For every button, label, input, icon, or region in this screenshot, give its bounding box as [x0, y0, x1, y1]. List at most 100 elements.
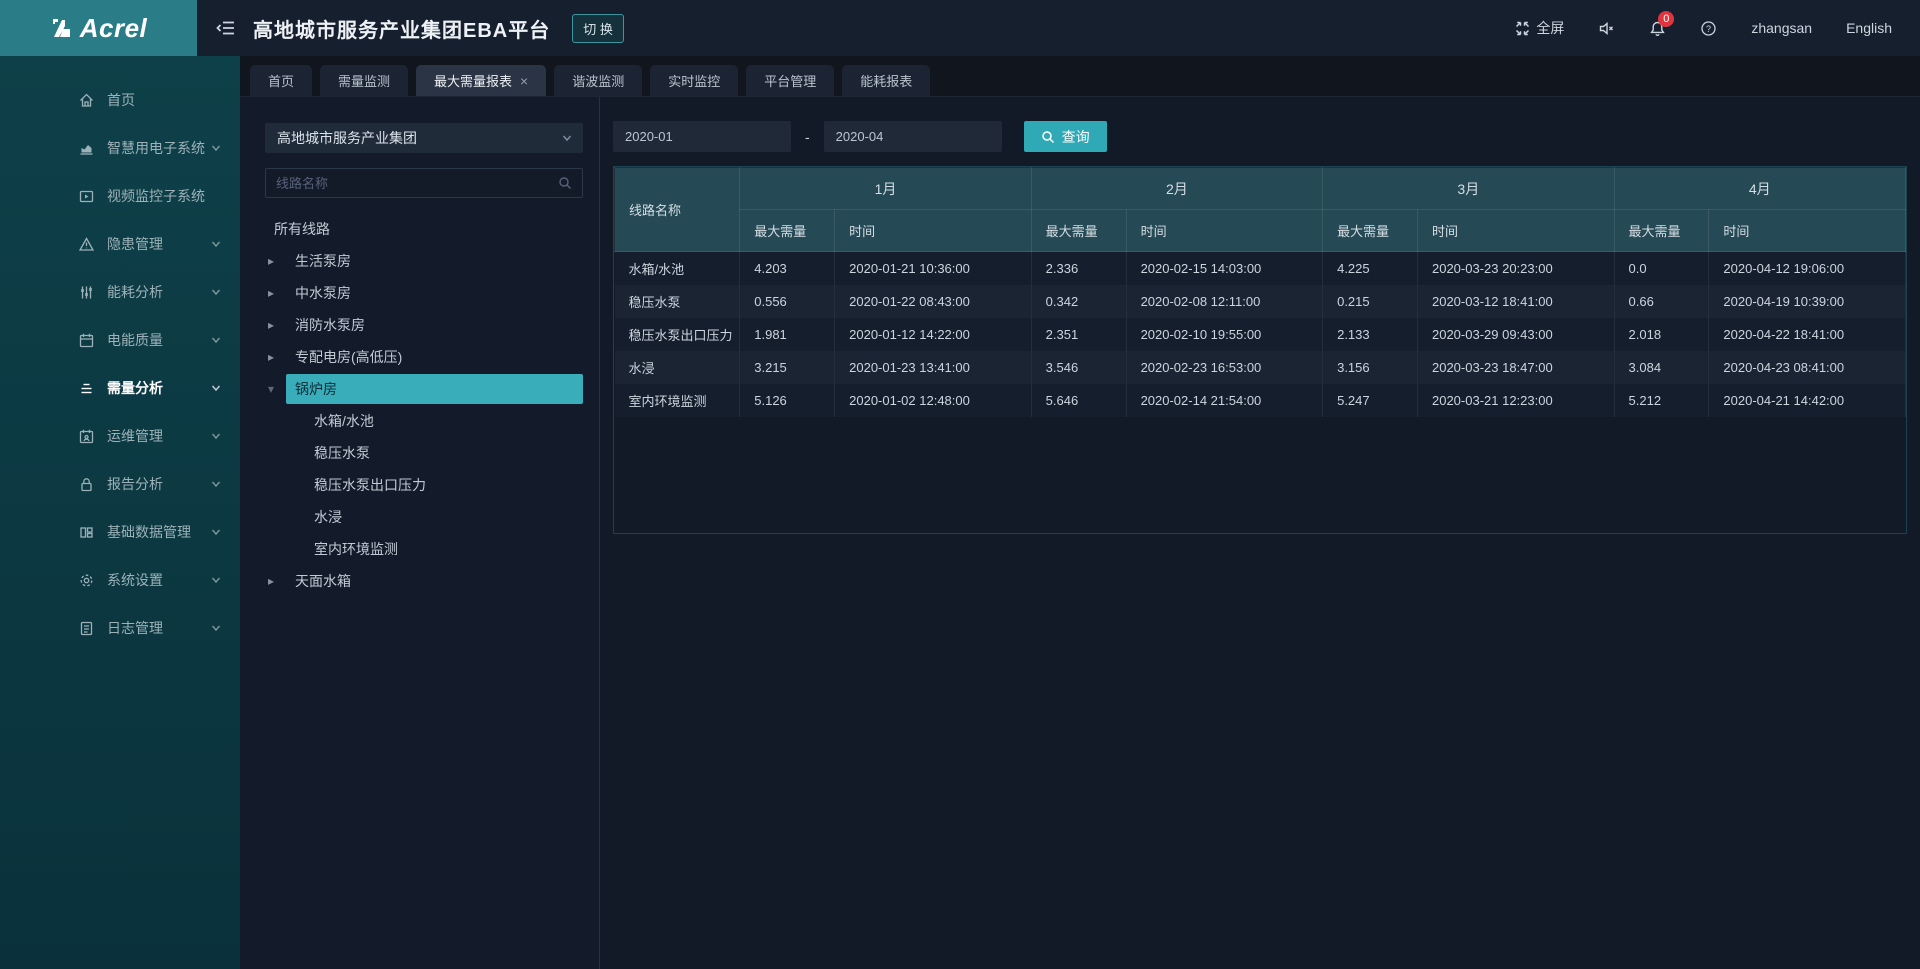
tree-leaf[interactable]: 水箱/水池 [265, 405, 583, 437]
end-month-value [836, 129, 1012, 144]
sidebar-item-smart-power[interactable]: 智慧用电子系统 [0, 124, 240, 172]
caret-down-icon[interactable]: ▾ [268, 382, 286, 396]
language-switch[interactable]: English [1846, 20, 1892, 36]
sub-header: 时间 [835, 210, 1032, 252]
value-cell: 2.336 [1031, 252, 1126, 285]
sliders-icon [78, 284, 95, 301]
chevron-down-icon [210, 238, 222, 250]
chevron-down-icon [561, 132, 573, 144]
app-root: Acrel 高地城市服务产业集团EBA平台 切 换 全屏 [0, 0, 1920, 969]
tree-node[interactable]: ▸生活泵房 [265, 245, 583, 277]
username[interactable]: zhangsan [1751, 20, 1812, 36]
value-cell: 2020-02-15 14:03:00 [1126, 252, 1323, 285]
line-search-input[interactable] [276, 176, 558, 191]
tree-node-label: 生活泵房 [286, 246, 583, 276]
tree-leaf[interactable]: 稳压水泵出口压力 [265, 469, 583, 501]
value-cell: 2020-01-12 14:22:00 [835, 318, 1032, 351]
tree-node[interactable]: ▸中水泵房 [265, 277, 583, 309]
warning-icon [78, 236, 95, 253]
value-cell: 2020-03-12 18:41:00 [1417, 285, 1614, 318]
query-button[interactable]: 查询 [1024, 121, 1107, 152]
tab-3[interactable]: 谐波监测 [554, 65, 642, 96]
collapse-sidebar-icon[interactable] [215, 17, 237, 39]
tab-5[interactable]: 平台管理 [746, 65, 834, 96]
fullscreen-button[interactable]: 全屏 [1514, 18, 1564, 38]
sidebar: 首页智慧用电子系统视频监控子系统隐患管理能耗分析电能质量需量分析运维管理报告分析… [0, 56, 240, 969]
tree-node-label: 中水泵房 [286, 278, 583, 308]
sidebar-item-video-monitor[interactable]: 视频监控子系统 [0, 172, 240, 220]
tree-leaf-label: 稳压水泵 [305, 438, 583, 468]
table-row: 水箱/水池4.2032020-01-21 10:36:002.3362020-0… [615, 252, 1906, 285]
help-icon: ? [1700, 20, 1717, 37]
tab-label: 能耗报表 [860, 71, 912, 90]
tab-1[interactable]: 需量监测 [320, 65, 408, 96]
caret-right-icon[interactable]: ▸ [268, 318, 286, 332]
caret-right-icon[interactable]: ▸ [268, 574, 286, 588]
switch-button[interactable]: 切 换 [572, 14, 624, 43]
value-cell: 2020-04-12 19:06:00 [1709, 252, 1906, 285]
list-icon [78, 380, 95, 397]
range-separator: - [805, 129, 810, 145]
tree-root-node[interactable]: 所有线路 [265, 213, 583, 245]
tree-node-label: 消防水泵房 [286, 310, 583, 340]
caret-right-icon[interactable]: ▸ [268, 286, 286, 300]
tree-node[interactable]: ▾锅炉房 [265, 373, 583, 405]
sidebar-item-ops[interactable]: 运维管理 [0, 412, 240, 460]
notification-badge: 0 [1658, 11, 1674, 27]
sidebar-item-label: 电能质量 [107, 330, 210, 350]
tree-leaf[interactable]: 室内环境监测 [265, 533, 583, 565]
tree-node[interactable]: ▸专配电房(高低压) [265, 341, 583, 373]
line-name-cell: 稳压水泵 [615, 285, 740, 318]
help-button[interactable]: ? [1700, 20, 1717, 37]
top-header: Acrel 高地城市服务产业集团EBA平台 切 换 全屏 [0, 0, 1920, 56]
sidebar-item-home[interactable]: 首页 [0, 76, 240, 124]
sidebar-item-report[interactable]: 报告分析 [0, 460, 240, 508]
chevron-down-icon [210, 622, 222, 634]
sidebar-item-base-data[interactable]: 基础数据管理 [0, 508, 240, 556]
tabs-bar: 首页 需量监测最大需量报表× 谐波监测实时监控平台管理 能耗报表 [240, 56, 1920, 97]
table-row: 室内环境监测5.1262020-01-02 12:48:005.6462020-… [615, 384, 1906, 417]
sidebar-item-power-quality[interactable]: 电能质量 [0, 316, 240, 364]
tree-leaf[interactable]: 稳压水泵 [265, 437, 583, 469]
notifications-button[interactable]: 0 [1649, 20, 1666, 37]
org-select[interactable]: 高地城市服务产业集团 [265, 123, 583, 153]
tree-node-label: 专配电房(高低压) [286, 342, 583, 372]
brand-logo: Acrel [0, 0, 197, 56]
brand-logo-icon [50, 17, 74, 39]
tab-2[interactable]: 最大需量报表× [416, 65, 546, 96]
sidebar-item-demand[interactable]: 需量分析 [0, 364, 240, 412]
home-icon [78, 92, 95, 109]
start-month-value [625, 129, 801, 144]
table-row: 稳压水泵0.5562020-01-22 08:43:000.3422020-02… [615, 285, 1906, 318]
search-icon [1041, 130, 1055, 144]
caret-right-icon[interactable]: ▸ [268, 350, 286, 364]
sidebar-item-settings[interactable]: 系统设置 [0, 556, 240, 604]
start-month-picker[interactable] [613, 121, 791, 152]
value-cell: 3.156 [1323, 351, 1418, 384]
sidebar-item-logs[interactable]: 日志管理 [0, 604, 240, 652]
mute-button[interactable] [1598, 20, 1615, 37]
lock-icon [78, 476, 95, 493]
chevron-down-icon [210, 430, 222, 442]
month-group-header: 4月 [1614, 168, 1905, 210]
tab-label: 首页 [268, 71, 294, 90]
month-group-header: 3月 [1323, 168, 1614, 210]
caret-right-icon[interactable]: ▸ [268, 254, 286, 268]
tree-node[interactable]: ▸天面水箱 [265, 565, 583, 597]
tree-node[interactable]: ▸消防水泵房 [265, 309, 583, 341]
tab-0[interactable]: 首页 [250, 65, 312, 96]
sidebar-item-hazard[interactable]: 隐患管理 [0, 220, 240, 268]
sidebar-item-energy[interactable]: 能耗分析 [0, 268, 240, 316]
sub-header: 时间 [1417, 210, 1614, 252]
tree-leaf[interactable]: 水浸 [265, 501, 583, 533]
tab-4[interactable]: 实时监控 [650, 65, 738, 96]
header-main: 高地城市服务产业集团EBA平台 切 换 全屏 [197, 0, 1920, 56]
end-month-picker[interactable] [824, 121, 1002, 152]
ops-icon [78, 428, 95, 445]
fullscreen-label: 全屏 [1536, 18, 1564, 38]
sidebar-item-label: 需量分析 [107, 378, 210, 398]
line-name-cell: 水浸 [615, 351, 740, 384]
tab-6[interactable]: 能耗报表 [842, 65, 930, 96]
close-icon[interactable]: × [520, 74, 528, 88]
value-cell: 0.556 [740, 285, 835, 318]
